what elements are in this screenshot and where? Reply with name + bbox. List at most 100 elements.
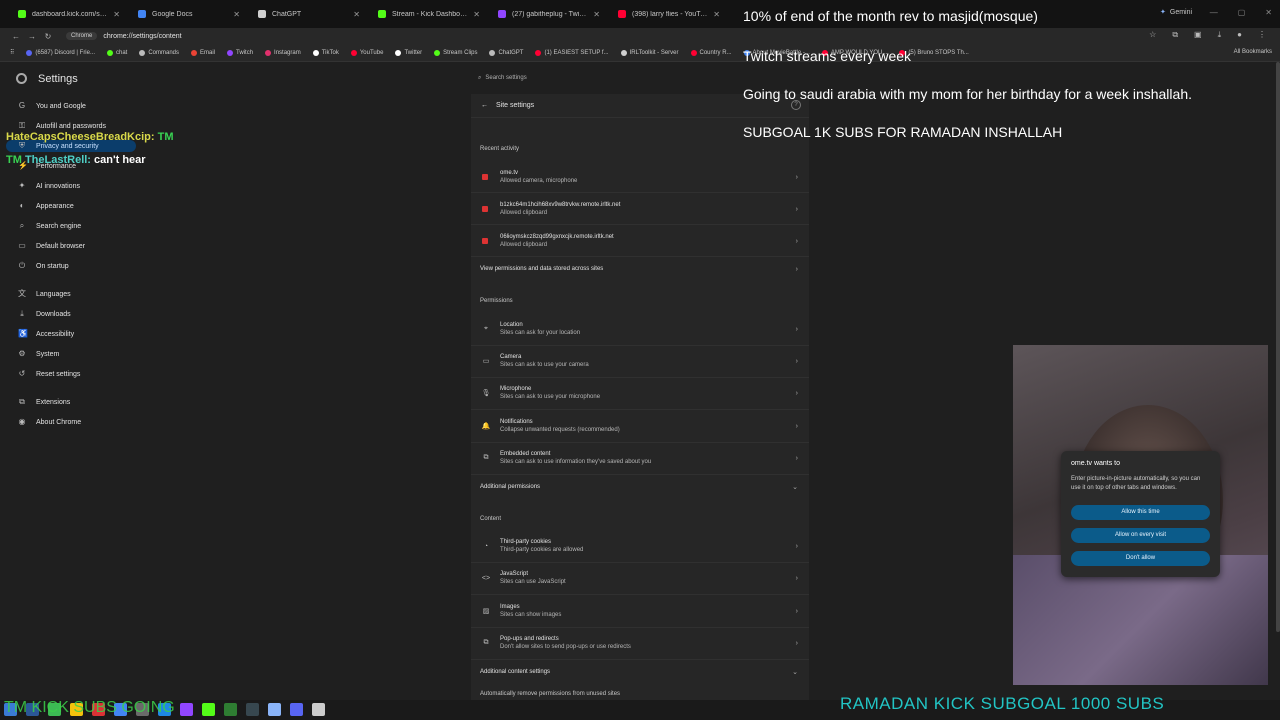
taskbar-app-icon[interactable] [224, 703, 237, 716]
permission-row[interactable]: ⧉ Embedded content Sites can ask to use in… [471, 443, 809, 473]
bookmark-label: chat [115, 49, 128, 56]
bookmark-item[interactable]: IRLToolkit - Server [620, 49, 679, 56]
chat-user-1: HateCapsCheeseBreadKcip: [6, 131, 155, 143]
bookmark-label: (6587) Discord | Frie... [35, 49, 95, 56]
sidebar-item[interactable]: ◐ Appearance [18, 202, 74, 210]
sidebar-item[interactable]: ⧉ Extensions [18, 398, 70, 406]
tab-close-icon[interactable]: ✕ [113, 10, 120, 19]
taskbar-app-icon[interactable] [312, 703, 325, 716]
back-icon[interactable]: ← [8, 29, 24, 43]
download-icon[interactable]: ⤓ [1218, 30, 1222, 40]
additional-permissions-row[interactable]: Additional permissions ⌄ [471, 478, 809, 496]
sidebar-item[interactable]: 文 Languages [18, 290, 71, 298]
sidebar-item[interactable]: ⌕ Search engine [18, 222, 81, 230]
gemini-button[interactable]: ✦ Gemini [1160, 8, 1192, 17]
bookmark-item[interactable]: (1) EASIEST SETUP f... [535, 49, 609, 56]
page-scrollbar[interactable] [1276, 62, 1280, 632]
bookmark-favicon-icon [139, 49, 146, 56]
recent-site-row[interactable]: 06lioymskcz8zqd99gxnxcjk.remote.irltk.ne… [471, 226, 809, 256]
row-title: Microphone [500, 386, 532, 392]
tab-close-icon[interactable]: ✕ [713, 10, 720, 19]
menu-icon[interactable]: ⋮ [1258, 30, 1266, 40]
forward-icon[interactable]: → [24, 29, 40, 43]
allow-this-time-button[interactable]: Allow this time [1071, 505, 1210, 520]
sidebar-item[interactable]: ⤓ Downloads [18, 310, 70, 318]
bookmark-item[interactable]: chat [106, 49, 128, 56]
content-row[interactable]: ◔ Third-party cookies Third-party cookies … [471, 531, 809, 561]
view-permissions-row[interactable]: View permissions and data stored across … [471, 260, 809, 278]
back-arrow-icon[interactable]: ← [481, 102, 488, 109]
tab-close-icon[interactable]: ✕ [233, 10, 240, 19]
sidebar-item[interactable]: ⏻ On startup [18, 262, 69, 270]
sidebar-item[interactable]: ▭ Default browser [18, 242, 85, 250]
allow-every-visit-button[interactable]: Allow on every visit [1071, 528, 1210, 543]
dont-allow-button[interactable]: Don't allow [1071, 551, 1210, 566]
sidebar-icon: ◉ [18, 417, 26, 426]
content-row[interactable]: ▨ Images Sites can show images › [471, 596, 809, 626]
divider [471, 224, 809, 225]
bookmark-label: Country R... [699, 49, 732, 56]
browser-tab[interactable]: (398) larry flies - YouTube ✕ [610, 3, 728, 25]
row-icon: ▨ [482, 608, 490, 615]
bookmark-star-icon[interactable]: ☆ [1149, 30, 1156, 40]
bookmark-item[interactable]: Instagram [265, 49, 301, 56]
bookmark-item[interactable]: TikTok [312, 49, 339, 56]
bookmark-item[interactable]: ChatGPT [489, 49, 523, 56]
tab-close-icon[interactable]: ✕ [353, 10, 360, 19]
permission-row[interactable]: 🔔 Notifications Collapse unwanted requests… [471, 411, 809, 441]
address-bar[interactable]: Chrome chrome://settings/content [66, 29, 1126, 43]
sidebar-item-label: Default browser [36, 242, 86, 250]
row-title: Camera [500, 354, 522, 360]
sidebar-item[interactable]: ✦ AI innovations [18, 182, 80, 190]
sidebar-item[interactable]: ♿ Accessibility [18, 330, 74, 338]
all-bookmarks[interactable]: All Bookmarks [1234, 49, 1272, 55]
sidebar-icon: ⚙ [18, 349, 26, 358]
row-icon: 🎙 [481, 390, 491, 397]
bookmark-item[interactable]: Twitch [227, 49, 253, 56]
browser-tab[interactable]: dashboard.kick.com/stream ✕ [10, 3, 128, 25]
content-row[interactable]: <> JavaScript Sites can use JavaScript › [471, 563, 809, 593]
maximize-icon[interactable]: ▢ [1238, 8, 1246, 17]
sidebar-item[interactable]: ⚿ Autofill and passwords [18, 122, 106, 130]
extensions-icon[interactable]: ⧉ [1172, 30, 1178, 40]
bookmark-item[interactable]: Twitter [395, 49, 422, 56]
recent-site-row[interactable]: ome.tv Allowed camera, microphone › [471, 162, 809, 192]
additional-content-row[interactable]: Additional content settings ⌄ [471, 663, 809, 681]
apps-icon[interactable]: ⠿ [10, 49, 14, 56]
bookmark-item[interactable]: Country R... [690, 49, 732, 56]
taskbar-app-icon[interactable] [290, 703, 303, 716]
sidebar-item[interactable]: ⚙ System [18, 350, 59, 358]
bookmark-item[interactable]: Stream Clips [434, 49, 477, 56]
sidebar-item[interactable]: ◉ About Chrome [18, 417, 82, 426]
sidebar-item-label: Search engine [36, 222, 82, 230]
reload-icon[interactable]: ↻ [40, 29, 56, 43]
sidebar-item[interactable]: ↺ Reset settings [18, 370, 81, 378]
browser-tab[interactable]: ChatGPT ✕ [250, 3, 368, 25]
content-row[interactable]: ⧉ Pop-ups and redirects Don't allow sites … [471, 628, 809, 658]
browser-tab[interactable]: Stream - Kick Dashboard ✕ [370, 3, 488, 25]
sidebar-item[interactable]: G You and Google [18, 102, 86, 110]
close-icon[interactable]: ✕ [1265, 8, 1272, 17]
taskbar-app-icon[interactable] [180, 703, 193, 716]
browser-tab[interactable]: (27) gabitheplug - Twitch ✕ [490, 3, 608, 25]
bookmark-item[interactable]: (6587) Discord | Frie... [26, 49, 95, 56]
popup-title: ome.tv wants to [1071, 460, 1121, 467]
taskbar-app-icon[interactable] [202, 703, 215, 716]
tab-close-icon[interactable]: ✕ [593, 10, 600, 19]
permission-row[interactable]: ⌖ Location Sites can ask for your location… [471, 314, 809, 344]
tab-close-icon[interactable]: ✕ [473, 10, 480, 19]
sidepanel-icon[interactable]: ▣ [1194, 30, 1202, 40]
bookmark-item[interactable]: Commands [139, 49, 179, 56]
minimize-icon[interactable]: — [1210, 8, 1218, 17]
profile-avatar-icon[interactable]: ● [1237, 30, 1242, 40]
bookmark-item[interactable]: Email [191, 49, 215, 56]
permission-row[interactable]: 🎙 Microphone Sites can ask to use your mic… [471, 378, 809, 408]
permission-row[interactable]: ▭ Camera Sites can ask to use your camera › [471, 346, 809, 376]
search-settings-input[interactable]: ⌕ Search settings [472, 70, 808, 86]
taskbar-app-icon[interactable] [268, 703, 281, 716]
browser-tab[interactable]: Google Docs ✕ [130, 3, 248, 25]
recent-site-row[interactable]: b1zkc64m1hcih68xv9w8trvkw.remote.irltk.n… [471, 194, 809, 224]
sidebar-item-label: Accessibility [36, 330, 75, 338]
bookmark-item[interactable]: YouTube [350, 49, 383, 56]
taskbar-app-icon[interactable] [246, 703, 259, 716]
